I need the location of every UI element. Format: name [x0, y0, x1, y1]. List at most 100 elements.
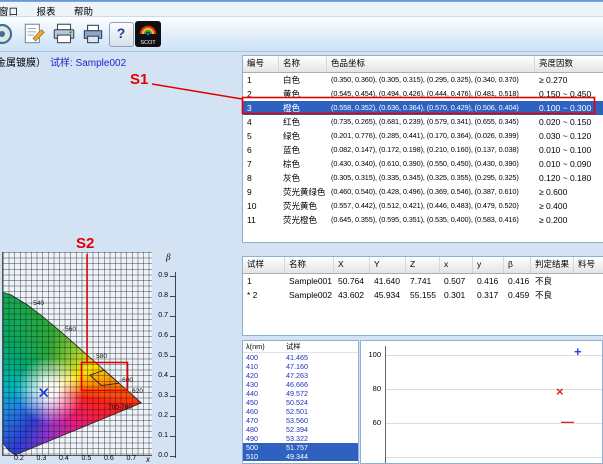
- spectral-row[interactable]: 40041.465: [243, 353, 358, 362]
- x-axis-tick-label: 0.2: [14, 455, 24, 462]
- scot-logo-icon: SCOT: [135, 21, 161, 47]
- standards-row[interactable]: 10荧光黄色(0.557, 0.442), (0.512, 0.421), (0…: [243, 199, 603, 213]
- col-header-luminance-factor[interactable]: 亮度因数: [535, 56, 603, 72]
- spectral-sample-value: 47.263: [283, 371, 358, 380]
- col-header-judgment[interactable]: 判定结果: [531, 257, 574, 273]
- col-header-spectral-sample[interactable]: 试样: [283, 341, 358, 352]
- target-button[interactable]: [0, 20, 16, 48]
- sample-row[interactable]: * 2Sample00243.60245.93455.1550.3010.317…: [243, 288, 603, 302]
- standard-id: 4: [243, 115, 279, 129]
- col-header-name[interactable]: 名称: [279, 56, 327, 72]
- standards-table-body: 1白色(0.350, 0.360), (0.305, 0.315), (0.29…: [243, 73, 603, 227]
- wavelength-label: 700-780: [105, 404, 132, 411]
- sample-row[interactable]: 1Sample00150.76441.6407.7410.5070.4160.4…: [243, 274, 603, 288]
- standard-luminance-factor: ≥ 0.600: [535, 185, 603, 199]
- chart-y-tick-label: 60: [361, 418, 381, 427]
- standards-row[interactable]: 9荧光黄绿色(0.460, 0.540), (0.428, 0.496), (0…: [243, 185, 603, 199]
- beta-tick-label: 0.0: [152, 452, 168, 459]
- spectral-row[interactable]: 48052.394: [243, 425, 358, 434]
- scot-label: SCOT: [140, 40, 156, 46]
- spectral-sample-value: 49.344: [283, 452, 358, 461]
- col-header-y[interactable]: y: [473, 257, 504, 273]
- col-header-X[interactable]: X: [334, 257, 370, 273]
- spectral-sample-value: 47.160: [283, 362, 358, 371]
- standard-color-name: 荧光橙色: [279, 213, 327, 227]
- standard-chromaticity-coords: (0.557, 0.442), (0.512, 0.421), (0.446, …: [327, 199, 535, 213]
- col-header-Y[interactable]: Y: [370, 257, 406, 273]
- value-X: 43.602: [334, 288, 370, 302]
- help-button[interactable]: ?: [107, 20, 135, 48]
- wavelength-value: 440: [243, 389, 283, 398]
- beta-tick-label: 0.7: [152, 312, 168, 319]
- wavelength-value: 510: [243, 452, 283, 461]
- value-Y: 41.640: [370, 274, 406, 288]
- spectral-row[interactable]: 46052.501: [243, 407, 358, 416]
- standards-row[interactable]: 8灰色(0.305, 0.315), (0.335, 0.345), (0.32…: [243, 171, 603, 185]
- spectral-sample-value: 41.465: [283, 353, 358, 362]
- standard-chromaticity-coords: (0.558, 0.352), (0.636, 0.364), (0.570, …: [327, 101, 535, 115]
- standards-row[interactable]: 5绿色(0.201, 0.776), (0.285, 0.441), (0.17…: [243, 129, 603, 143]
- standard-id: 8: [243, 171, 279, 185]
- value-beta: 0.459: [504, 288, 531, 302]
- standards-row[interactable]: 6蓝色(0.082, 0.147), (0.172, 0.198), (0.21…: [243, 143, 603, 157]
- x-axis-tick-label: 0.4: [59, 455, 69, 462]
- beta-axis-line: [175, 272, 176, 458]
- print-preview-button[interactable]: [79, 20, 107, 48]
- standard-luminance-factor: 0.100 ~ 0.300: [535, 101, 603, 115]
- standard-luminance-factor: 0.150 ~ 0.450: [535, 87, 603, 101]
- col-header-id[interactable]: 编号: [243, 56, 279, 72]
- standard-id: 6: [243, 143, 279, 157]
- standards-row[interactable]: 1白色(0.350, 0.360), (0.305, 0.315), (0.29…: [243, 73, 603, 87]
- col-header-sample-name[interactable]: 名称: [285, 257, 334, 273]
- col-header-x[interactable]: x: [440, 257, 473, 273]
- standard-color-name: 红色: [279, 115, 327, 129]
- toolbar: ? SCOT: [0, 17, 603, 52]
- standards-row[interactable]: 11荧光橙色(0.645, 0.355), (0.595, 0.351), (0…: [243, 213, 603, 227]
- value-Z: 55.155: [406, 288, 440, 302]
- part-no: [574, 288, 603, 302]
- standard-color-name: 橙色: [279, 101, 327, 115]
- standards-row[interactable]: 3橙色(0.558, 0.352), (0.636, 0.364), (0.57…: [243, 101, 603, 115]
- col-header-part-no[interactable]: 料号: [574, 257, 603, 273]
- edit-report-button[interactable]: [20, 20, 48, 48]
- scot-button[interactable]: SCOT: [134, 20, 162, 48]
- standards-row[interactable]: 2黄色(0.545, 0.454), (0.494, 0.426), (0.44…: [243, 87, 603, 101]
- spectral-row[interactable]: 41047.160: [243, 362, 358, 371]
- beta-tick-label: 0.6: [152, 332, 168, 339]
- standards-row[interactable]: 4红色(0.735, 0.265), (0.681, 0.239), (0.57…: [243, 115, 603, 129]
- standards-row[interactable]: 7棕色(0.430, 0.340), (0.610, 0.390), (0.55…: [243, 157, 603, 171]
- spectral-row[interactable]: 42047.263: [243, 371, 358, 380]
- sample-point-marker: [40, 389, 48, 397]
- standard-color-name: 棕色: [279, 157, 327, 171]
- standard-luminance-factor: 0.030 ~ 0.120: [535, 129, 603, 143]
- chart-gridline: [386, 457, 602, 458]
- col-header-beta[interactable]: β: [504, 257, 531, 273]
- wavelength-value: 400: [243, 353, 283, 362]
- x-axis-tick-label: 0.5: [82, 455, 92, 462]
- standard-id: 9: [243, 185, 279, 199]
- print-button[interactable]: [50, 20, 78, 48]
- wavelength-value: 450: [243, 398, 283, 407]
- col-header-chromaticity[interactable]: 色品坐标: [327, 56, 535, 72]
- beta-tick-label: 0.2: [152, 412, 168, 419]
- spectral-row[interactable]: 51049.344: [243, 452, 358, 461]
- spectral-sample-value: 50.524: [283, 398, 358, 407]
- spectral-row[interactable]: 47053.560: [243, 416, 358, 425]
- col-header-sample[interactable]: 试样: [243, 257, 285, 273]
- spectral-row[interactable]: 43046.666: [243, 380, 358, 389]
- beta-tick-label: 0.3: [152, 392, 168, 399]
- col-header-wavelength[interactable]: λ(nm): [243, 341, 283, 352]
- value-Y: 45.934: [370, 288, 406, 302]
- callout-s1-label: S1: [130, 71, 148, 88]
- spectral-row[interactable]: 44049.572: [243, 389, 358, 398]
- spectral-row[interactable]: 50051.757: [243, 443, 358, 452]
- wavelength-label: 600: [119, 377, 133, 384]
- spectral-sample-value: 46.666: [283, 380, 358, 389]
- col-header-Z[interactable]: Z: [406, 257, 440, 273]
- chart-y-tick-label: 80: [361, 384, 381, 393]
- spectral-table-header: λ(nm) 试样: [243, 341, 358, 353]
- judgment-result: 不良: [531, 274, 574, 288]
- spectral-row[interactable]: 45050.524: [243, 398, 358, 407]
- spectral-row[interactable]: 49053.322: [243, 434, 358, 443]
- standard-chromaticity-coords: (0.082, 0.147), (0.172, 0.198), (0.210, …: [327, 143, 535, 157]
